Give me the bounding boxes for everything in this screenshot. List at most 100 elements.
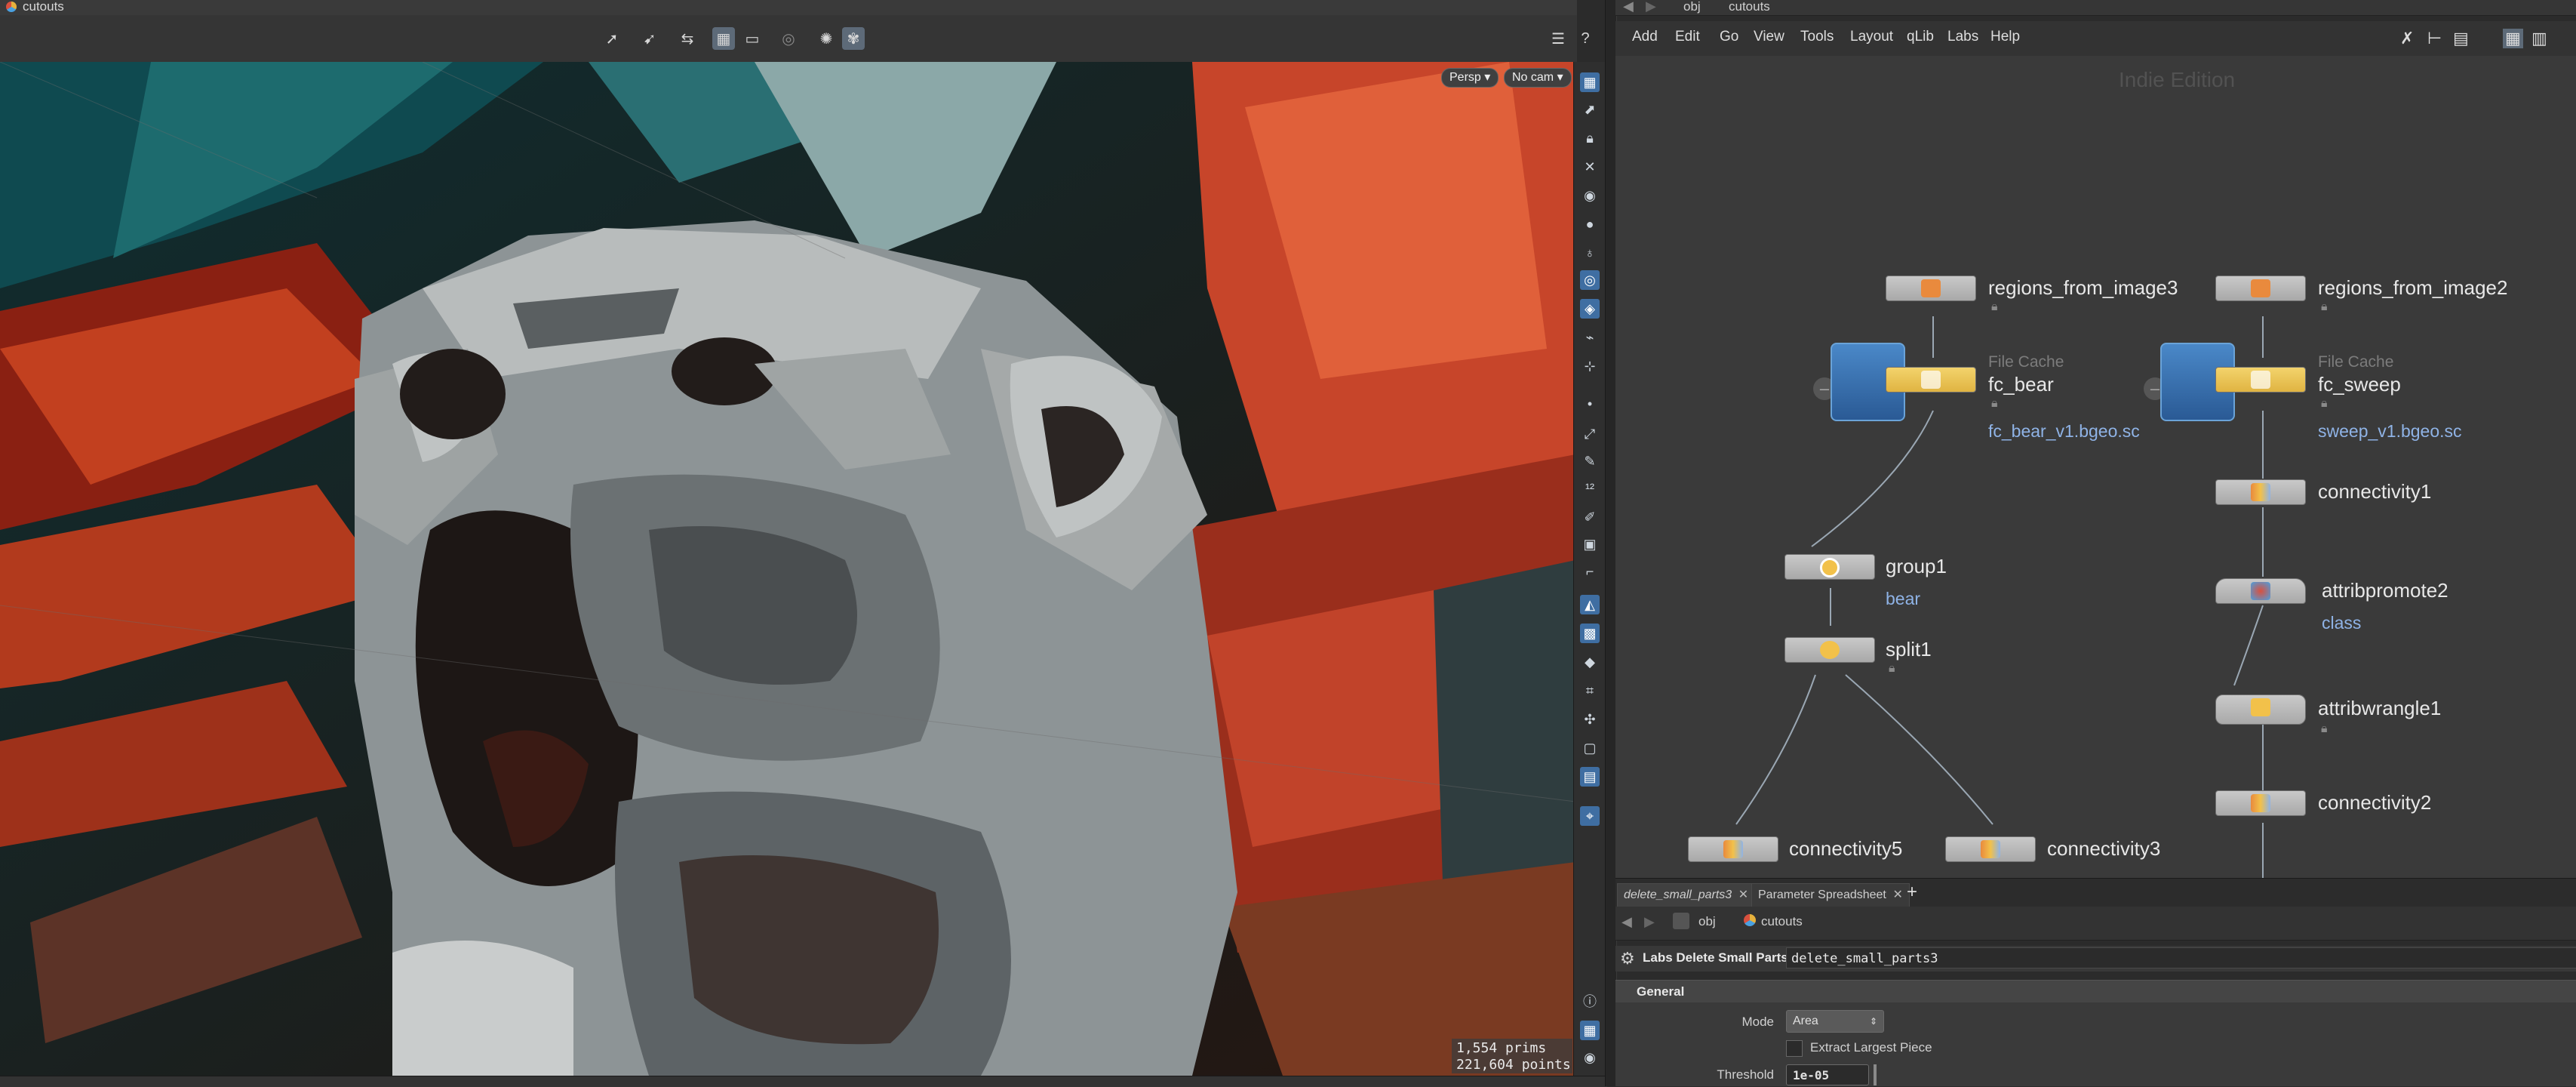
frame-icon[interactable]: ⌗	[1580, 681, 1600, 701]
headlight-icon[interactable]: ◈	[1580, 299, 1600, 319]
parameter-header: ⚙ Labs Delete Small Parts delete_small_p…	[1615, 946, 2576, 972]
normals-icon[interactable]: ⤢	[1580, 424, 1600, 444]
general-folder-tab[interactable]: General	[1615, 980, 2576, 1003]
node-attribpromote2[interactable]	[2215, 578, 2306, 604]
menu-go[interactable]: Go	[1720, 29, 1738, 45]
back-arrow-icon[interactable]: ◀	[1622, 914, 1632, 930]
picture-icon[interactable]: ▤	[1580, 767, 1600, 787]
light-icon[interactable]: ✺	[815, 27, 838, 50]
wire-icon[interactable]: ⌁	[1580, 328, 1600, 347]
mode-dropdown[interactable]: Area ⇕	[1786, 1010, 1884, 1033]
param-path-geo[interactable]: cutouts	[1761, 914, 1803, 929]
eye-icon[interactable]: ◉	[1580, 1048, 1600, 1067]
corner-icon[interactable]: ⌐	[1580, 562, 1600, 581]
close-icon[interactable]: ✕	[1738, 884, 1748, 907]
shaded-icon[interactable]: ◭	[1580, 595, 1600, 614]
cache-node-icon	[1921, 371, 1941, 389]
tab-label: delete_small_parts3	[1624, 888, 1732, 901]
fc-sweep-file[interactable]: sweep_v1.bgeo.sc	[2318, 421, 2462, 442]
forward-arrow-icon[interactable]: ▶	[1646, 0, 1656, 14]
node-fc-bear[interactable]	[1886, 367, 1976, 393]
secure-selection-icon[interactable]: ⇆	[676, 27, 699, 50]
param-path-obj[interactable]: obj	[1698, 914, 1716, 929]
node-connectivity2[interactable]	[2215, 790, 2306, 816]
camera-view-icon[interactable]: ◎	[1580, 270, 1600, 290]
layout-grid-icon[interactable]: ▦	[1580, 1021, 1600, 1040]
node-connectivity3[interactable]	[1945, 836, 2036, 862]
camera-persp-label: Persp	[1449, 71, 1481, 84]
texture-icon[interactable]: ▩	[1580, 624, 1600, 643]
point-icon[interactable]: •	[1580, 394, 1600, 414]
network-editor-canvas[interactable]: Indie Edition regions_from_image3 🔒︎ reg…	[1615, 56, 2576, 878]
info-icon[interactable]: ⓘ	[1580, 992, 1600, 1012]
tab-parameter-spreadsheet[interactable]: Parameter Spreadsheet ✕	[1751, 883, 1910, 907]
brush-icon[interactable]: ✐	[1580, 507, 1600, 527]
tumble-icon[interactable]: ⬈	[1580, 100, 1600, 119]
camera-persp-dropdown[interactable]: Persp ▾	[1441, 68, 1499, 88]
extract-largest-checkbox[interactable]	[1786, 1040, 1803, 1057]
node-attribwrangle1[interactable]	[2215, 694, 2306, 725]
menu-view[interactable]: View	[1754, 29, 1784, 45]
viewport-path-label[interactable]: cutouts	[23, 0, 64, 14]
node-connectivity5[interactable]	[1688, 836, 1778, 862]
close-icon[interactable]: ✕	[1580, 157, 1600, 177]
attribpromote-node-icon	[2251, 582, 2270, 600]
help-icon[interactable]: ?	[1574, 27, 1597, 50]
grid-view-icon[interactable]: ▦	[2503, 29, 2523, 48]
network-path-obj[interactable]: obj	[1683, 0, 1701, 14]
select-pointer-icon[interactable]: ➹	[638, 27, 661, 50]
menu-qlib[interactable]: qLib	[1907, 29, 1934, 45]
menu-edit[interactable]: Edit	[1675, 29, 1700, 45]
snap-icon[interactable]: ◎	[777, 27, 800, 50]
menu-labs[interactable]: Labs	[1947, 29, 1978, 45]
back-arrow-icon[interactable]: ◀	[1623, 0, 1634, 14]
select-arrow-icon[interactable]: ➚	[601, 27, 623, 50]
display-mode-icon[interactable]: ▦	[712, 27, 735, 50]
flower-icon[interactable]: ✾	[842, 27, 865, 50]
forward-arrow-icon[interactable]: ▶	[1644, 914, 1655, 930]
network-path-bar: ◀ ▶ obj cutouts	[1615, 0, 2576, 16]
tools-wrench-icon[interactable]: ✗	[2400, 29, 2414, 48]
node-connectivity1[interactable]	[2215, 479, 2306, 505]
pin-icon[interactable]: ⌖	[1580, 806, 1600, 826]
tab-delete-small-parts3[interactable]: delete_small_parts3 ✕	[1617, 883, 1756, 907]
node-regions-from-image3[interactable]	[1886, 276, 1976, 301]
node-split1[interactable]	[1784, 637, 1875, 663]
diamond-icon[interactable]: ◆	[1580, 652, 1600, 672]
lock-icon[interactable]: 🔒︎	[1580, 128, 1600, 148]
numbers-icon[interactable]: ¹²	[1580, 479, 1600, 498]
viewport-path-bar: cutouts	[0, 0, 1577, 16]
add-tab-icon[interactable]: +	[1907, 882, 1917, 903]
pen-icon[interactable]: ✎	[1580, 451, 1600, 471]
network-path-geo[interactable]: cutouts	[1729, 0, 1770, 14]
menu-layout[interactable]: Layout	[1850, 29, 1893, 45]
menu-add[interactable]: Add	[1632, 29, 1658, 45]
light-bulb-icon[interactable]: ♁	[1580, 243, 1600, 263]
display-options-icon[interactable]: ▦	[1580, 72, 1600, 92]
cube-icon[interactable]: ▣	[1580, 534, 1600, 554]
node-group1[interactable]	[1784, 554, 1875, 580]
viewport-menu-icon[interactable]: ☰	[1547, 27, 1569, 50]
threshold-field[interactable]: 1e-05	[1786, 1064, 1869, 1085]
axes-icon[interactable]: ✣	[1580, 710, 1600, 729]
close-icon[interactable]: ✕	[1892, 884, 1902, 907]
list-icon[interactable]: ▤	[2453, 29, 2469, 48]
table-view-icon[interactable]: ▥	[2531, 29, 2547, 48]
node-name-field[interactable]: delete_small_parts3	[1786, 947, 2576, 968]
sphere-icon[interactable]: ◉	[1580, 186, 1600, 205]
3d-viewport[interactable]	[0, 62, 1575, 1076]
menu-tools[interactable]: Tools	[1800, 29, 1834, 45]
fc-bear-file[interactable]: fc_bear_v1.bgeo.sc	[1988, 421, 2140, 442]
vertex-icon[interactable]: ⊹	[1580, 356, 1600, 376]
ghost-icon[interactable]: ▭	[741, 27, 764, 50]
tree-icon[interactable]: ⊢	[2427, 29, 2442, 48]
bulb-icon[interactable]: ●	[1580, 214, 1600, 234]
group-node-icon	[1820, 558, 1840, 577]
threshold-slider[interactable]	[1874, 1064, 1877, 1085]
menu-help[interactable]: Help	[1990, 29, 2020, 45]
camera-select-dropdown[interactable]: No cam ▾	[1504, 68, 1572, 88]
node-regions-from-image2[interactable]	[2215, 276, 2306, 301]
node-fc-sweep[interactable]	[2215, 367, 2306, 393]
square-icon[interactable]: ▢	[1580, 738, 1600, 758]
group1-sub: bear	[1886, 589, 1921, 608]
